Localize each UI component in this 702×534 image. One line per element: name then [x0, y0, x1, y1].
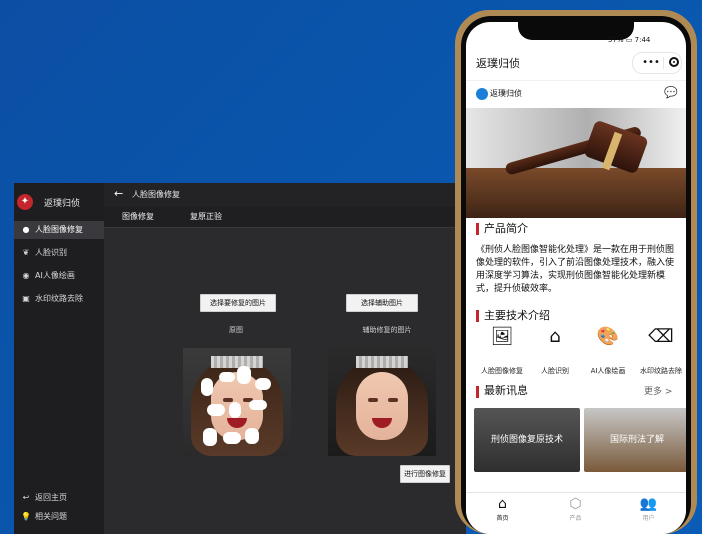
leaf-icon: ❦: [22, 248, 30, 257]
damage-mask: [255, 378, 271, 390]
damage-mask: [249, 400, 267, 410]
page-title: 人脸图像修复: [132, 190, 180, 199]
tabs: 图像修复 复原正验: [104, 207, 466, 227]
tab-restore-verify[interactable]: 复原正验: [190, 207, 222, 227]
tab-home[interactable]: ⌂ 首页: [466, 496, 539, 522]
back-arrow-icon: ↩: [22, 493, 30, 502]
brand-logo-glyph: ✦: [20, 196, 30, 207]
section-marker: [476, 310, 479, 322]
sidebar-item-ai-portrait[interactable]: ◉ AI人像绘画: [14, 267, 104, 285]
news-card-title: 国际刑法了解: [609, 435, 664, 445]
image-edit-icon[interactable]: 🖼: [482, 326, 522, 347]
status-time: 7:44: [634, 36, 651, 44]
tab-image-repair[interactable]: 图像修复: [122, 207, 154, 227]
banner-book: [466, 168, 686, 218]
select-aux-image-button[interactable]: 选择辅助图片: [346, 294, 418, 312]
tech-title: 主要技术介绍: [484, 309, 550, 322]
sidebar-item-label: AI人像绘画: [35, 271, 75, 280]
news-card[interactable]: 刑侦图像复原技术: [474, 408, 580, 472]
sidebar-header: ✦ 返璞归侦: [14, 183, 104, 221]
feature-label: 人脸图像修复: [481, 367, 523, 375]
tab-users[interactable]: 👥 用户: [612, 496, 685, 522]
sidebar-item-label: 水印纹路去除: [35, 294, 83, 303]
sidebar-item-label: 人脸图像修复: [35, 225, 83, 234]
tiara-shape: [211, 356, 263, 368]
palette-icon: ◉: [22, 271, 30, 280]
main-panel: ← 人脸图像修复 图像修复 复原正验 选择要修复的图片 选择辅助图片 原图 辅助…: [104, 183, 466, 534]
news-card[interactable]: 国际刑法了解: [584, 408, 686, 472]
aux-image: [328, 348, 436, 456]
intro-title: 产品简介: [484, 222, 528, 235]
status-battery-time: 57% ▭ 7:44: [608, 36, 650, 44]
feature-label: 人脸识别: [541, 367, 569, 375]
damage-mask: [207, 404, 225, 416]
right-eye: [388, 398, 398, 402]
section-marker: [476, 386, 479, 398]
tab-label: 产品: [569, 515, 582, 522]
sidebar: ✦ 返璞归侦 ● 人脸图像修复 ❦ 人脸识别 ◉ AI人像绘画 ▣ 水印纹路去除 ↩ 返回…: [14, 183, 104, 534]
section-marker: [476, 223, 479, 235]
face-scan-icon[interactable]: ⌂: [535, 326, 575, 347]
palette-icon[interactable]: 🎨: [588, 326, 628, 347]
hero-banner: [466, 108, 686, 218]
more-link[interactable]: 更多 >: [644, 384, 672, 397]
image-icon: ▣: [22, 294, 30, 303]
face-shape: [356, 372, 408, 440]
tab-products[interactable]: ⬡ 产品: [539, 496, 612, 522]
eraser-icon[interactable]: ⌫: [641, 326, 681, 347]
bulb-icon: 💡: [21, 512, 31, 521]
sidebar-item-label: 人脸识别: [35, 248, 67, 257]
intro-text: 《刑侦人脸图像智能化处理》是一款在用于刑侦图像处理的软件，引入了前沿图像处理技术…: [476, 245, 675, 294]
box-icon: ⬡: [569, 496, 582, 512]
tab-label: 用户: [642, 515, 655, 522]
sidebar-item-label: 返回主页: [35, 493, 67, 502]
aux-caption: 辅助修复的图片: [362, 326, 412, 334]
back-arrow-icon[interactable]: ←: [114, 187, 123, 200]
sidebar-item-face-recognition[interactable]: ❦ 人脸识别: [14, 244, 104, 262]
feature-label: AI人像绘画: [590, 367, 626, 375]
home-icon: ⌂: [498, 496, 507, 512]
content-divider: [104, 227, 466, 228]
battery-percent: 57%: [608, 36, 624, 44]
chat-icon[interactable]: 💬: [664, 86, 678, 99]
select-repair-image-button[interactable]: 选择要修复的图片: [200, 294, 276, 312]
miniapp-capsule: •••: [632, 52, 682, 74]
capsule-divider: [663, 57, 664, 69]
feature-label: 水印纹路去除: [640, 367, 682, 375]
phone-screen: 57% ▭ 7:44 返璞归侦 ••• 返璞归侦 💬 产品简介 《刑侦人脸图像智…: [466, 22, 686, 534]
tab-label: 首页: [496, 515, 509, 522]
news-title: 最新讯息: [484, 384, 528, 397]
sidebar-item-faq[interactable]: 💡 相关问题: [14, 508, 104, 526]
sidebar-item-watermark-removal[interactable]: ▣ 水印纹路去除: [14, 290, 104, 308]
more-icon[interactable]: •••: [640, 55, 662, 71]
brand-name: 返璞归侦: [44, 199, 81, 209]
original-image: [183, 348, 291, 456]
miniapp-title: 返璞归侦: [476, 57, 520, 70]
sidebar-item-face-repair[interactable]: ● 人脸图像修复: [14, 221, 104, 239]
run-repair-button[interactable]: 进行图像修复: [400, 465, 450, 483]
sidebar-item-label: 相关问题: [35, 512, 67, 521]
tiara-shape: [356, 356, 408, 368]
left-eye: [223, 398, 233, 402]
original-caption: 原图: [229, 326, 243, 334]
damage-mask: [201, 378, 213, 396]
damage-mask: [245, 428, 259, 444]
desktop-app-window: ✦ 返璞归侦 ● 人脸图像修复 ❦ 人脸识别 ◉ AI人像绘画 ▣ 水印纹路去除 ↩ 返回…: [14, 183, 466, 534]
brand-text: 返璞归侦: [490, 89, 522, 98]
brand-logo-icon: [476, 88, 488, 100]
damage-mask: [229, 402, 241, 418]
users-icon: 👥: [639, 496, 658, 512]
damage-mask: [223, 432, 241, 444]
close-icon[interactable]: [669, 57, 679, 67]
sidebar-item-back-home[interactable]: ↩ 返回主页: [14, 489, 104, 507]
left-eye: [368, 398, 378, 402]
damage-mask: [203, 428, 217, 446]
battery-icon: ▭: [625, 36, 633, 44]
circle-icon: ●: [22, 225, 30, 234]
news-card-title: 刑侦图像复原技术: [490, 435, 563, 445]
top-bar: ← 人脸图像修复: [104, 183, 466, 207]
damage-mask: [237, 366, 251, 384]
damage-mask: [219, 372, 235, 382]
